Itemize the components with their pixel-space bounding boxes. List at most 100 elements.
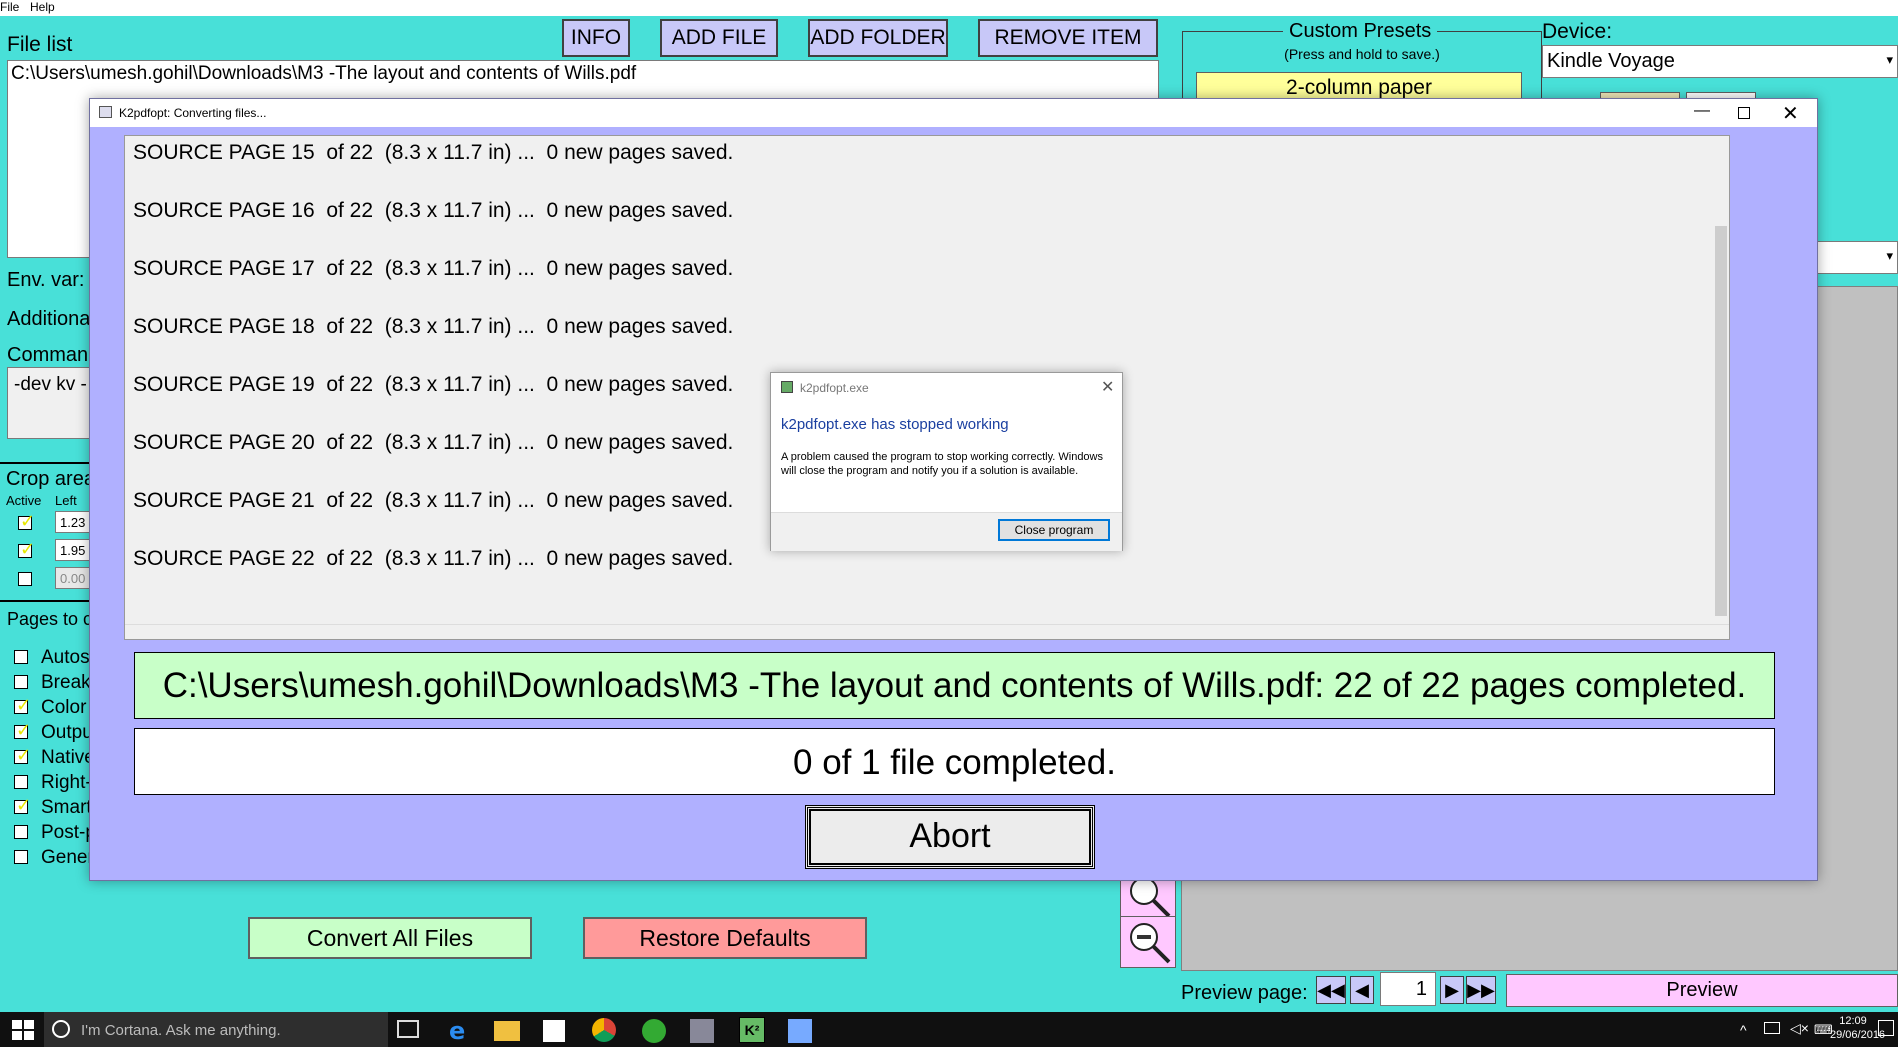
secondary-select[interactable]: ▾ [1816, 241, 1898, 274]
option-checkbox[interactable] [14, 675, 28, 689]
taskbar: I'm Cortana. Ask me anything. e K² ^ ◁× … [0, 1012, 1898, 1047]
convert-all-files-button[interactable]: Convert All Files [248, 917, 532, 959]
menu-file[interactable]: File [0, 0, 19, 14]
maximize-icon[interactable] [1738, 107, 1750, 119]
menu-help[interactable]: Help [30, 0, 55, 14]
option-label: Native [41, 747, 95, 768]
network-app-icon[interactable] [690, 1019, 714, 1043]
option-checkbox[interactable] [14, 745, 31, 766]
restore-defaults-button[interactable]: Restore Defaults [583, 917, 867, 959]
converting-window: K2pdfopt: Converting files... — ✕ SOURCE… [89, 98, 1818, 881]
add-folder-button[interactable]: ADD FOLDER [808, 19, 948, 57]
first-page-button[interactable]: ◀◀ [1316, 976, 1346, 1004]
scrollbar-thumb[interactable] [1715, 226, 1727, 616]
first-page-icon: ◀◀ [1317, 980, 1345, 1000]
svg-text:e: e [449, 1017, 465, 1043]
crop-active-checkbox-1[interactable] [18, 511, 35, 532]
chevron-down-icon: ▾ [1886, 248, 1893, 263]
crop-active-checkbox-2[interactable] [18, 539, 35, 560]
system-clock[interactable]: 12:09 29/06/2016 [1830, 1014, 1886, 1042]
custom-presets-group: Custom Presets (Press and hold to save.)… [1182, 20, 1542, 101]
preset-2-column-paper-button[interactable]: 2-column paper [1196, 72, 1522, 100]
vertical-scrollbar[interactable] [1713, 136, 1729, 624]
network-icon[interactable] [1764, 1022, 1780, 1034]
k2pdfopt-taskbar-icon[interactable]: K² [739, 1017, 765, 1043]
crop-areas-group: Crop area Active Left 1.23 1.95 0.00 [0, 462, 100, 602]
file-progress-status: C:\Users\umesh.gohil\Downloads\M3 -The l… [134, 652, 1775, 719]
preview-button[interactable]: Preview [1506, 974, 1898, 1007]
crop-active-checkbox-3[interactable] [18, 572, 32, 586]
command-line-value: -dev kv - [14, 374, 87, 395]
crop-areas-label: Crop area [6, 468, 95, 490]
custom-presets-subtitle: (Press and hold to save.) [1284, 46, 1440, 62]
error-dialog-body: A problem caused the program to stop wor… [781, 451, 1103, 477]
option-checkbox[interactable] [14, 775, 28, 789]
volume-icon[interactable]: ◁× [1790, 1020, 1809, 1037]
converting-window-titlebar: K2pdfopt: Converting files... — ✕ [90, 99, 1817, 127]
cortana-icon [52, 1020, 70, 1038]
green-app-icon[interactable] [642, 1019, 666, 1043]
options-list: Autos Break Color Outpu Native Right- Sm… [14, 647, 96, 872]
cortana-search-box[interactable]: I'm Cortana. Ask me anything. [44, 1012, 388, 1047]
minimize-icon[interactable]: — [1694, 102, 1710, 120]
option-checkbox[interactable] [14, 850, 28, 864]
log-line: SOURCE PAGE 18 of 22 (8.3 x 11.7 in) ...… [133, 315, 734, 338]
menu-bar: File Help [0, 0, 1898, 16]
crop-left-label: Left [55, 493, 77, 508]
last-page-button[interactable]: ▶▶ [1466, 976, 1496, 1004]
error-dialog-heading: k2pdfopt.exe has stopped working [781, 416, 1009, 433]
device-select-value: Kindle Voyage [1547, 50, 1675, 72]
additional-options-label: Additiona [7, 308, 91, 330]
option-checkbox[interactable] [14, 720, 31, 741]
close-program-button[interactable]: Close program [998, 519, 1110, 541]
option-label: Gener [41, 847, 94, 868]
option-checkbox[interactable] [14, 795, 31, 816]
env-var-label: Env. var: [7, 269, 85, 291]
last-page-icon: ▶▶ [1467, 980, 1495, 1000]
prev-page-button[interactable]: ◀ [1350, 976, 1374, 1004]
tray-chevron-icon[interactable]: ^ [1740, 1022, 1747, 1038]
horizontal-scrollbar[interactable] [125, 624, 1729, 639]
file-list-item[interactable]: C:\Users\umesh.gohil\Downloads\M3 -The l… [11, 63, 636, 85]
close-icon[interactable]: ✕ [1782, 101, 1799, 126]
log-line: SOURCE PAGE 20 of 22 (8.3 x 11.7 in) ...… [133, 431, 734, 454]
windows-start-icon[interactable] [12, 1020, 34, 1040]
file-explorer-icon[interactable] [494, 1021, 520, 1041]
command-line-label: Comman [7, 344, 89, 366]
log-line: SOURCE PAGE 15 of 22 (8.3 x 11.7 in) ...… [133, 141, 734, 164]
option-label: Smart [41, 797, 92, 818]
edge-browser-icon[interactable]: e [446, 1017, 472, 1045]
preview-page-label: Preview page: [1181, 982, 1308, 1004]
chrome-icon[interactable] [592, 1018, 616, 1042]
task-view-icon[interactable] [397, 1020, 419, 1038]
paint-icon[interactable] [788, 1019, 812, 1043]
next-page-button[interactable]: ▶ [1440, 976, 1464, 1004]
clock-date: 29/06/2016 [1830, 1029, 1886, 1041]
option-checkbox[interactable] [14, 695, 31, 716]
option-checkbox[interactable] [14, 825, 28, 839]
log-line: SOURCE PAGE 22 of 22 (8.3 x 11.7 in) ...… [133, 547, 734, 570]
option-label: Right- [41, 772, 92, 793]
device-label: Device: [1542, 20, 1613, 43]
action-center-icon[interactable] [1878, 1020, 1894, 1036]
close-icon[interactable]: ✕ [1101, 377, 1114, 397]
zoom-out-button[interactable] [1120, 916, 1176, 968]
clock-time: 12:09 [1839, 1015, 1867, 1027]
chevron-down-icon: ▾ [1886, 52, 1893, 67]
add-file-button[interactable]: ADD FILE [660, 19, 778, 57]
zoom-out-icon [1130, 923, 1171, 964]
option-checkbox[interactable] [14, 650, 28, 664]
info-button[interactable]: INFO [562, 19, 630, 57]
prev-page-icon: ◀ [1355, 980, 1369, 1000]
option-label: Post-p [41, 822, 96, 843]
option-label: Autos [41, 647, 90, 668]
custom-presets-title: Custom Presets [1283, 20, 1438, 43]
cortana-search-placeholder: I'm Cortana. Ask me anything. [81, 1022, 281, 1039]
store-icon[interactable] [543, 1020, 565, 1042]
abort-button[interactable]: Abort [805, 805, 1095, 869]
option-label: Color [41, 697, 87, 718]
remove-item-button[interactable]: REMOVE ITEM [978, 19, 1158, 57]
preview-page-input[interactable]: 1 [1380, 972, 1436, 1006]
device-select[interactable]: Kindle Voyage ▾ [1542, 45, 1898, 78]
crop-active-label: Active [6, 493, 42, 508]
